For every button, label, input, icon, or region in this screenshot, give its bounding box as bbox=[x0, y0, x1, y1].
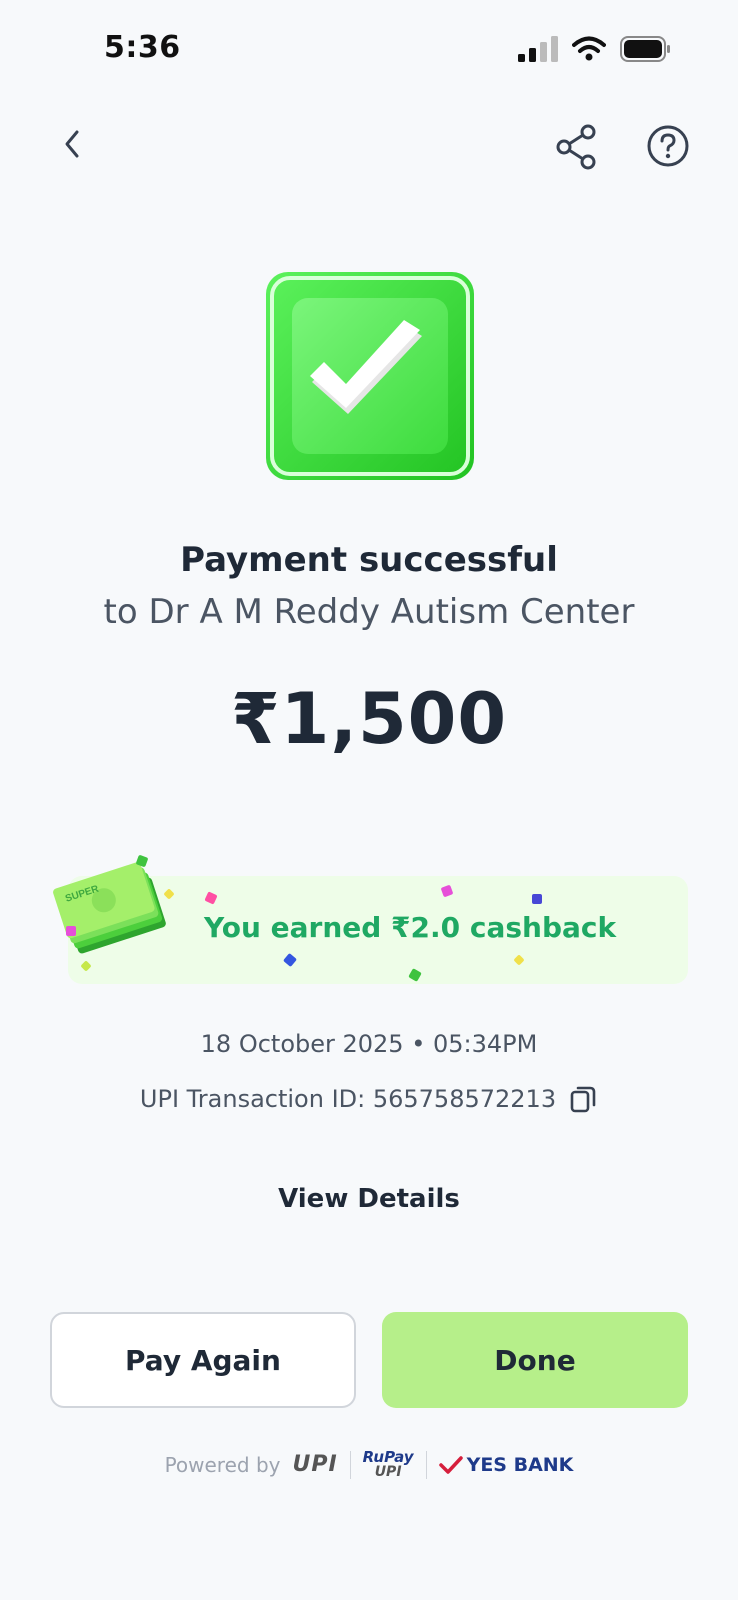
upi-transaction-row: UPI Transaction ID: 565758572213 bbox=[0, 1084, 738, 1114]
rupay-logo-text: RuPay bbox=[362, 1448, 414, 1466]
check-mark-icon bbox=[438, 1455, 463, 1474]
payment-status-title: Payment successful bbox=[180, 540, 558, 580]
rupay-upi-text: UPI bbox=[374, 1464, 402, 1480]
chevron-left-icon bbox=[65, 130, 79, 158]
divider bbox=[349, 1450, 351, 1479]
confetti bbox=[66, 926, 76, 936]
share-icon bbox=[556, 124, 596, 170]
payment-recipient: to Dr A M Reddy Autism Center bbox=[103, 592, 635, 632]
confetti bbox=[532, 894, 542, 904]
rupay-upi-logo: RuPay UPI bbox=[362, 1448, 414, 1480]
copy-icon[interactable] bbox=[568, 1084, 598, 1114]
help-circle-icon bbox=[647, 125, 689, 167]
signal-icon bbox=[518, 36, 558, 62]
bank-name: YES BANK bbox=[466, 1453, 574, 1476]
transaction-datetime: 18 October 2025 • 05:34PM bbox=[200, 1030, 538, 1058]
view-details-link[interactable]: View Details bbox=[0, 1184, 738, 1214]
cashback-text: You earned ₹2.0 cashback bbox=[204, 911, 617, 944]
status-time: 5:36 bbox=[104, 30, 181, 65]
cashback-money-icon: SUPER bbox=[53, 862, 166, 954]
yes-bank-logo: YES BANK bbox=[438, 1453, 574, 1476]
help-button[interactable] bbox=[646, 124, 690, 168]
divider bbox=[425, 1450, 427, 1479]
wifi-icon bbox=[572, 36, 606, 61]
footer: Powered by UPI RuPay UPI YES BANK bbox=[0, 1448, 738, 1480]
status-icons bbox=[518, 36, 672, 62]
back-button[interactable] bbox=[52, 124, 92, 164]
pay-again-button[interactable]: Pay Again bbox=[50, 1312, 356, 1408]
upi-transaction-id: UPI Transaction ID: 565758572213 bbox=[139, 1085, 557, 1113]
done-button[interactable]: Done bbox=[382, 1312, 688, 1408]
success-check-icon bbox=[266, 272, 474, 480]
upi-logo: UPI bbox=[292, 1452, 338, 1477]
powered-by-label: Powered by bbox=[164, 1452, 281, 1477]
share-button[interactable] bbox=[554, 124, 600, 170]
battery-icon bbox=[620, 36, 670, 62]
payment-amount: ₹1,500 bbox=[230, 678, 508, 760]
